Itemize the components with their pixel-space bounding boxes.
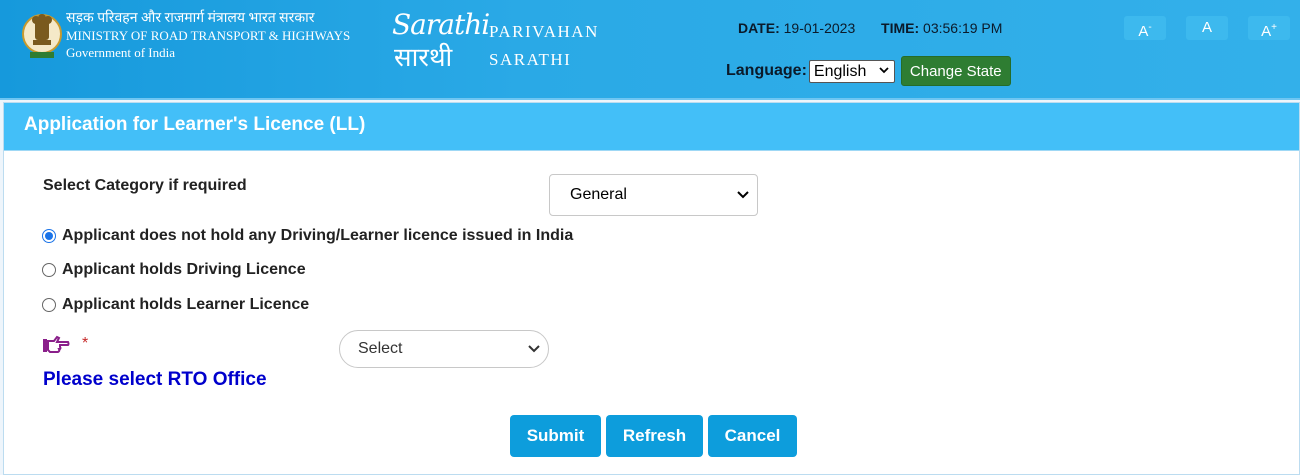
language-row: Language: English Change State [726,56,1011,86]
radio-button[interactable] [42,229,56,243]
application-card: Application for Learner's Licence (LL) S… [3,102,1300,475]
radio-button[interactable] [42,298,56,312]
cancel-button[interactable]: Cancel [708,415,797,457]
ministry-hindi: सड़क परिवहन और राजमार्ग मंत्रालय भारत सर… [66,11,315,26]
national-emblem-icon [22,14,62,58]
ministry-text: सड़क परिवहन और राजमार्ग मंत्रालय भारत सर… [66,10,350,61]
radio-option-driving-licence[interactable]: Applicant holds Driving Licence [42,261,306,279]
font-normal-button[interactable]: A [1186,16,1228,40]
date-time-display: DATE: 19-01-2023 TIME: 03:56:19 PM [738,20,1002,36]
radio-option-no-licence[interactable]: Applicant does not hold any Driving/Lear… [42,227,573,245]
logo-script-english: Sarathi [392,8,490,41]
rto-message: Please select RTO Office [43,369,267,390]
pointing-hand-icon [43,335,70,353]
radio-label: Applicant holds Driving Licence [62,261,306,278]
category-select[interactable]: General [549,174,758,216]
radio-option-learner-licence[interactable]: Applicant holds Learner Licence [42,296,309,314]
site-header: सड़क परिवहन और राजमार्ग मंत्रालय भारत सर… [0,0,1300,100]
brand-line-sarathi: SARATHI [489,50,572,69]
ministry-english: MINISTRY OF ROAD TRANSPORT & HIGHWAYS [66,28,351,43]
brand-line-parivahan: PARIVAHAN [489,22,599,41]
radio-button[interactable] [42,263,56,277]
category-label: Select Category if required [43,177,247,194]
page-title: Application for Learner's Licence (LL) [4,103,1299,151]
category-selected: General [570,186,627,203]
submit-button[interactable]: Submit [510,415,601,457]
chevron-down-icon [737,191,749,199]
refresh-button[interactable]: Refresh [606,415,703,457]
rto-office-select[interactable]: Select [339,330,549,368]
brand-text: PARIVAHAN SARATHI [489,18,599,74]
change-state-button[interactable]: Change State [900,56,1011,86]
chevron-down-icon [879,67,889,74]
date-label: DATE: [738,20,780,36]
rto-selected: Select [358,340,403,357]
radio-label: Applicant does not hold any Driving/Lear… [62,227,574,244]
date-value: 19-01-2023 [783,20,856,36]
time-label: TIME: [881,20,920,36]
font-increase-button[interactable]: A+ [1248,16,1290,40]
radio-label: Applicant holds Learner Licence [62,296,310,313]
time-value: 03:56:19 PM [923,20,1003,36]
logo-script-hindi: सारथी [394,43,453,73]
language-selected: English [813,62,867,80]
sarathi-logo: Sarathi सारथी [392,8,490,73]
chevron-down-icon [528,345,540,353]
language-select[interactable]: English [808,59,895,83]
language-label: Language: [726,62,807,79]
font-decrease-button[interactable]: A- [1124,16,1166,40]
government-text: Government of India [66,45,176,60]
required-mark: * [82,335,89,352]
